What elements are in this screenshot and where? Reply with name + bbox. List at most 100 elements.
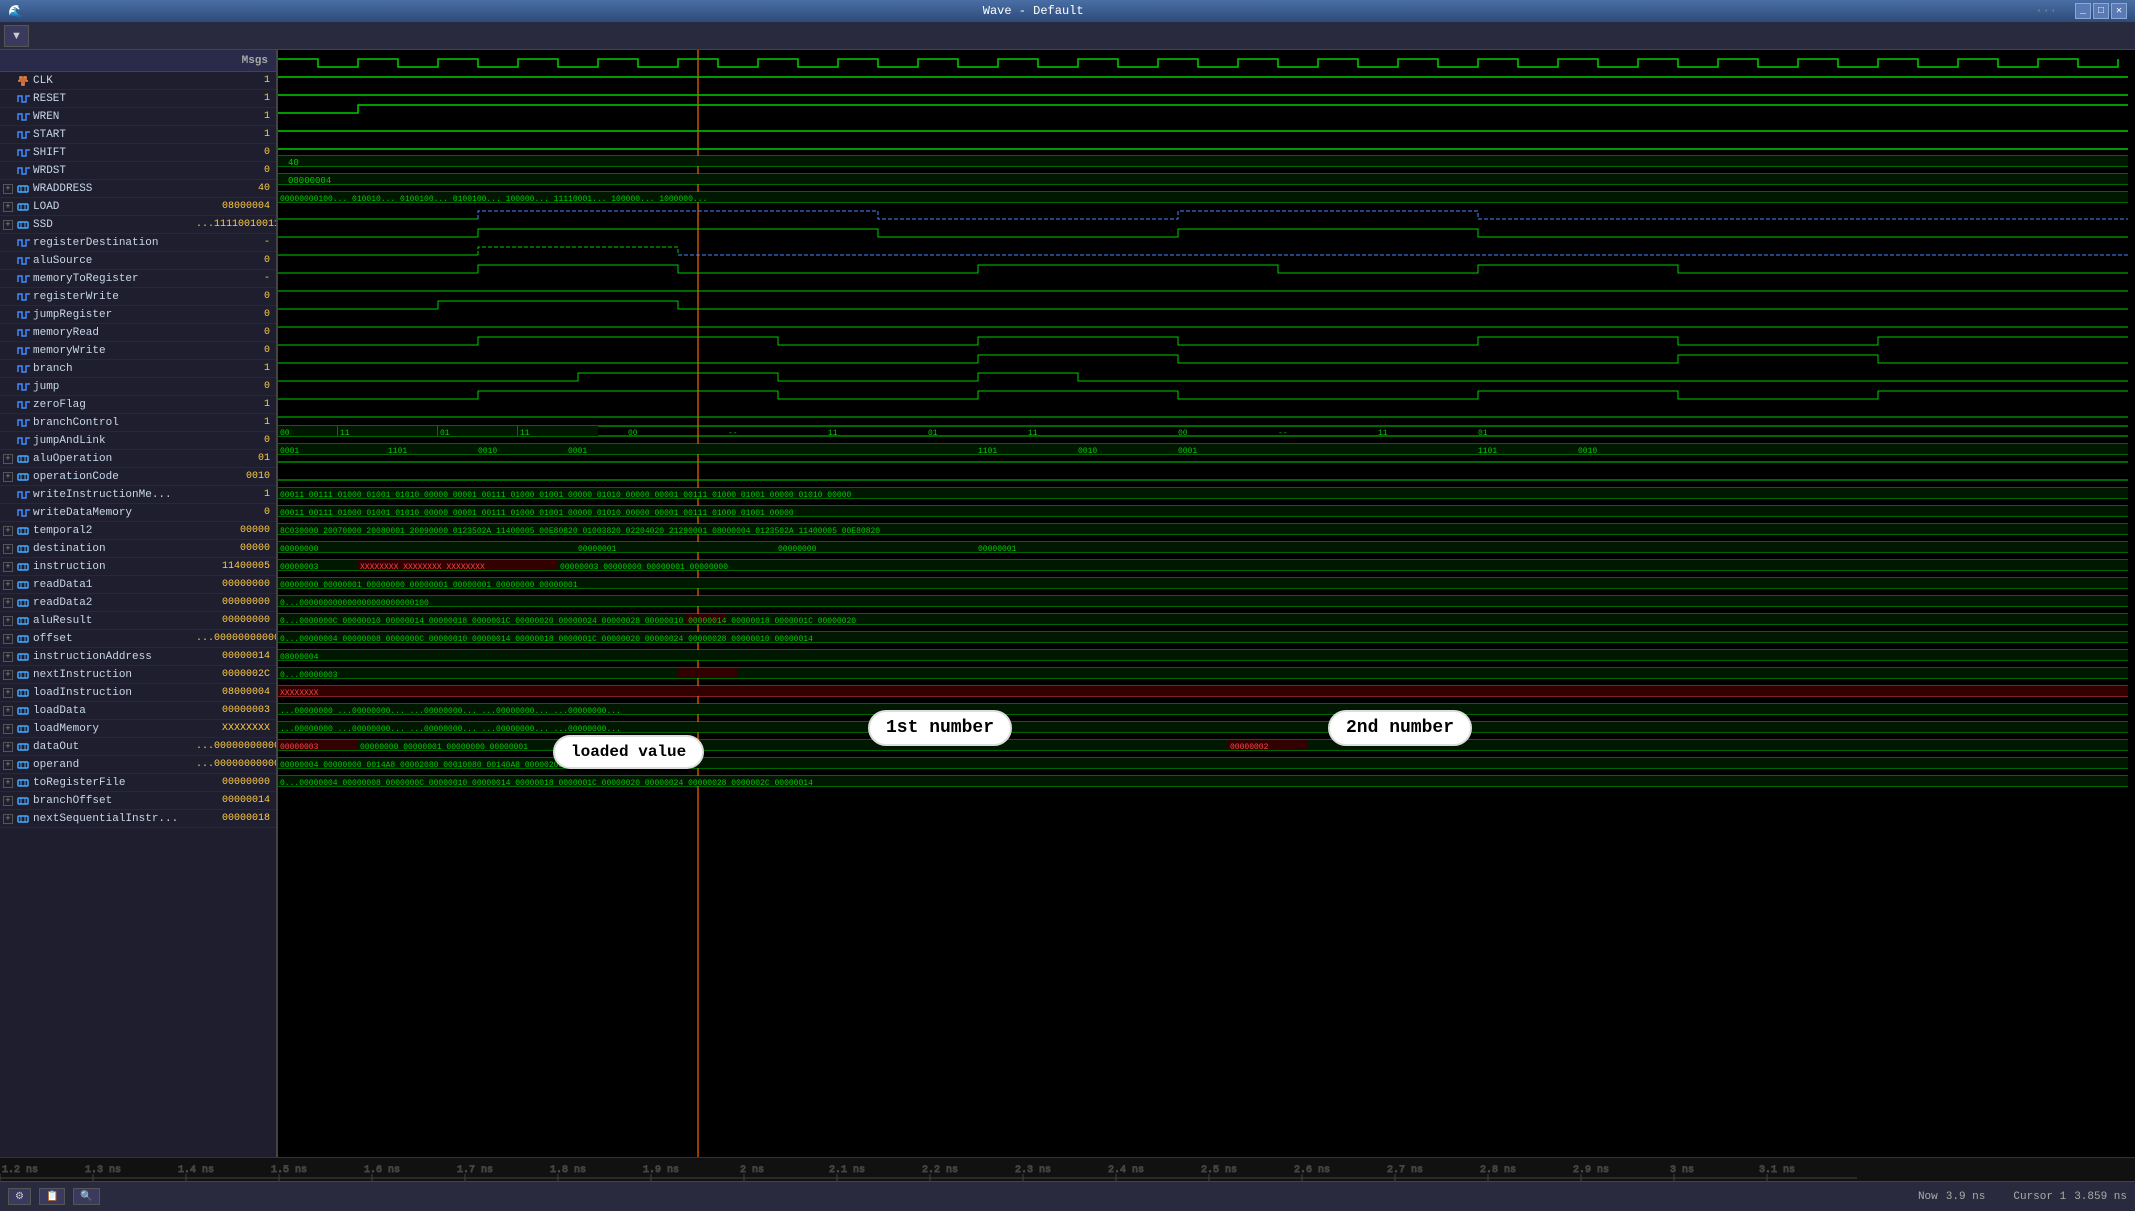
- expand-wren[interactable]: [0, 109, 16, 125]
- expand-instruction[interactable]: +: [0, 559, 16, 575]
- expand-branchControl[interactable]: [0, 415, 16, 431]
- signal-row-shift[interactable]: SHIFT0: [0, 144, 276, 162]
- signal-row-wren[interactable]: WREN1: [0, 108, 276, 126]
- expand-jumpAndLink[interactable]: [0, 433, 16, 449]
- expand-jumpRegister[interactable]: [0, 307, 16, 323]
- expand-operationCode[interactable]: +: [0, 469, 16, 485]
- expand-offset[interactable]: +: [0, 631, 16, 647]
- expand-reset[interactable]: [0, 91, 16, 107]
- expand-operand[interactable]: +: [0, 757, 16, 773]
- expand-wraddress[interactable]: +: [0, 181, 16, 197]
- signal-row-writeInstructionMe[interactable]: writeInstructionMe...1: [0, 486, 276, 504]
- expand-clk[interactable]: [0, 73, 16, 89]
- signal-row-jump[interactable]: jump0: [0, 378, 276, 396]
- svg-text:00000000: 00000000: [778, 545, 817, 554]
- toolbar-icon-3[interactable]: 🔍: [73, 1188, 99, 1205]
- expand-start[interactable]: [0, 127, 16, 143]
- signal-row-wraddress[interactable]: +WRADDRESS40: [0, 180, 276, 198]
- signal-row-operand[interactable]: +operand...00000000000...: [0, 756, 276, 774]
- svg-text:0010: 0010: [1578, 447, 1597, 456]
- signal-row-memoryWrite[interactable]: memoryWrite0: [0, 342, 276, 360]
- signal-row-toRegisterFile[interactable]: +toRegisterFile00000000: [0, 774, 276, 792]
- signal-row-aluSource[interactable]: aluSource0: [0, 252, 276, 270]
- signal-name-start: START: [33, 129, 196, 141]
- signal-row-memoryToRegister[interactable]: memoryToRegister-: [0, 270, 276, 288]
- expand-load[interactable]: +: [0, 199, 16, 215]
- signal-row-clk[interactable]: CLK1: [0, 72, 276, 90]
- svg-text:11: 11: [1028, 429, 1038, 438]
- signal-row-wrdst[interactable]: WRDST0: [0, 162, 276, 180]
- expand-branch[interactable]: [0, 361, 16, 377]
- expand-registerWrite[interactable]: [0, 289, 16, 305]
- expand-zeroFlag[interactable]: [0, 397, 16, 413]
- signal-name-instructionAddress: instructionAddress: [33, 651, 196, 663]
- signal-row-jumpRegister[interactable]: jumpRegister0: [0, 306, 276, 324]
- signal-row-aluResult[interactable]: +aluResult00000000: [0, 612, 276, 630]
- signal-row-loadMemory[interactable]: +loadMemoryXXXXXXXX: [0, 720, 276, 738]
- expand-memoryWrite[interactable]: [0, 343, 16, 359]
- expand-readData2[interactable]: +: [0, 595, 16, 611]
- expand-loadInstruction[interactable]: +: [0, 685, 16, 701]
- expand-toRegisterFile[interactable]: +: [0, 775, 16, 791]
- signal-row-dataOut[interactable]: +dataOut...00000000000...: [0, 738, 276, 756]
- toolbar-dropdown[interactable]: ▼: [4, 25, 29, 47]
- signal-row-writeDataMemory[interactable]: writeDataMemory0: [0, 504, 276, 522]
- expand-wrdst[interactable]: [0, 163, 16, 179]
- expand-temporal2[interactable]: +: [0, 523, 16, 539]
- close-button[interactable]: ✕: [2111, 3, 2127, 19]
- expand-aluOperation[interactable]: +: [0, 451, 16, 467]
- expand-shift[interactable]: [0, 145, 16, 161]
- signal-name-readData1: readData1: [33, 579, 196, 591]
- expand-writeInstructionMe[interactable]: [0, 487, 16, 503]
- expand-aluSource[interactable]: [0, 253, 16, 269]
- signal-row-branchControl[interactable]: branchControl1: [0, 414, 276, 432]
- expand-loadData[interactable]: +: [0, 703, 16, 719]
- signal-row-operationCode[interactable]: +operationCode0010: [0, 468, 276, 486]
- signal-row-registerDestination[interactable]: registerDestination-: [0, 234, 276, 252]
- signal-row-start[interactable]: START1: [0, 126, 276, 144]
- expand-nextSequentialInstr[interactable]: +: [0, 811, 16, 827]
- signal-row-aluOperation[interactable]: +aluOperation01: [0, 450, 276, 468]
- expand-writeDataMemory[interactable]: [0, 505, 16, 521]
- signal-row-memoryRead[interactable]: memoryRead0: [0, 324, 276, 342]
- expand-readData1[interactable]: +: [0, 577, 16, 593]
- expand-destination[interactable]: +: [0, 541, 16, 557]
- minimize-button[interactable]: _: [2075, 3, 2091, 19]
- signal-row-load[interactable]: +LOAD08000004: [0, 198, 276, 216]
- signal-row-readData1[interactable]: +readData100000000: [0, 576, 276, 594]
- signal-row-registerWrite[interactable]: registerWrite0: [0, 288, 276, 306]
- svg-text:00: 00: [1178, 429, 1188, 438]
- signal-row-branchOffset[interactable]: +branchOffset00000014: [0, 792, 276, 810]
- signal-row-ssd[interactable]: +SSD...11110010011...: [0, 216, 276, 234]
- signal-row-reset[interactable]: RESET1: [0, 90, 276, 108]
- signal-row-zeroFlag[interactable]: zeroFlag1: [0, 396, 276, 414]
- signal-row-destination[interactable]: +destination00000: [0, 540, 276, 558]
- svg-text:00011 00111 01000 01001 01010: 00011 00111 01000 01001 01010 00000 0000…: [280, 509, 794, 518]
- expand-jump[interactable]: [0, 379, 16, 395]
- expand-aluResult[interactable]: +: [0, 613, 16, 629]
- signal-row-instructionAddress[interactable]: +instructionAddress00000014: [0, 648, 276, 666]
- signal-row-nextSequentialInstr[interactable]: +nextSequentialInstr...00000018: [0, 810, 276, 828]
- expand-registerDestination[interactable]: [0, 235, 16, 251]
- signal-row-nextInstruction[interactable]: +nextInstruction0000002C: [0, 666, 276, 684]
- signal-row-loadInstruction[interactable]: +loadInstruction08000004: [0, 684, 276, 702]
- toolbar-icon-2[interactable]: 📋: [39, 1188, 65, 1205]
- maximize-button[interactable]: □: [2093, 3, 2109, 19]
- signal-row-loadData[interactable]: +loadData00000003: [0, 702, 276, 720]
- signal-row-branch[interactable]: branch1: [0, 360, 276, 378]
- expand-nextInstruction[interactable]: +: [0, 667, 16, 683]
- expand-instructionAddress[interactable]: +: [0, 649, 16, 665]
- expand-dataOut[interactable]: +: [0, 739, 16, 755]
- expand-memoryRead[interactable]: [0, 325, 16, 341]
- expand-loadMemory[interactable]: +: [0, 721, 16, 737]
- signal-row-offset[interactable]: +offset...00000000000...: [0, 630, 276, 648]
- expand-ssd[interactable]: +: [0, 217, 16, 233]
- expand-branchOffset[interactable]: +: [0, 793, 16, 809]
- toolbar-icon-1[interactable]: ⚙: [8, 1188, 31, 1205]
- signal-row-temporal2[interactable]: +temporal200000: [0, 522, 276, 540]
- signal-row-instruction[interactable]: +instruction11400005: [0, 558, 276, 576]
- signal-row-readData2[interactable]: +readData200000000: [0, 594, 276, 612]
- expand-memoryToRegister[interactable]: [0, 271, 16, 287]
- signal-row-jumpAndLink[interactable]: jumpAndLink0: [0, 432, 276, 450]
- waveform-area[interactable]: 40 08000004 00000000100... 010010... 010…: [278, 50, 2135, 1157]
